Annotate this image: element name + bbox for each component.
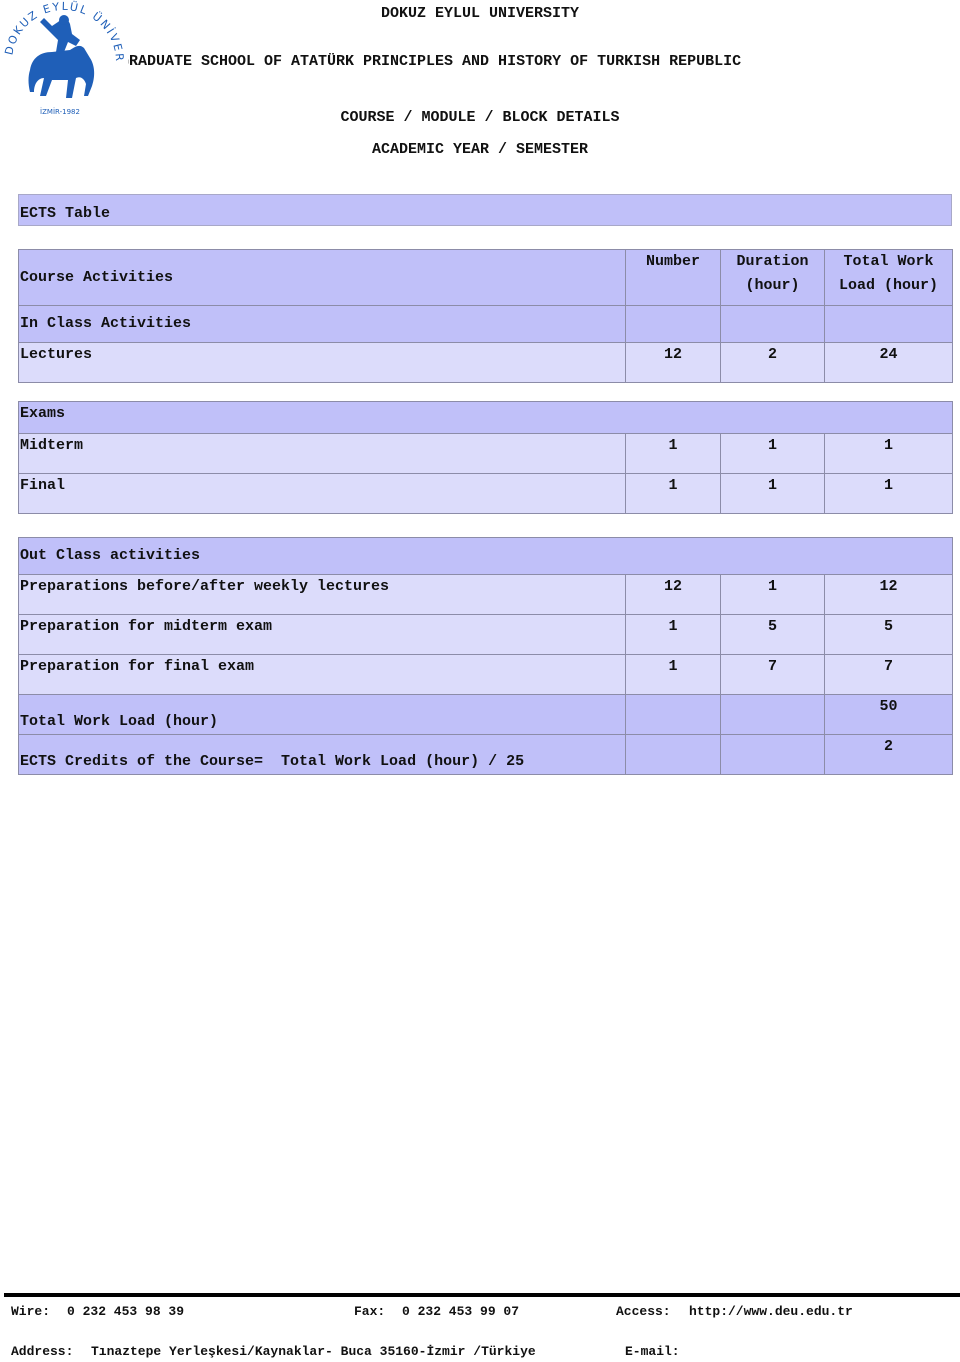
section-label-in-class: In Class Activities — [18, 305, 626, 343]
academic-term: ACADEMIC YEAR / SEMESTER — [371, 141, 589, 158]
total-workload-row: Total Work Load (hour) 50 — [18, 694, 954, 735]
row-number: 12 — [625, 574, 721, 615]
row-name: Preparations before/after weekly lecture… — [18, 574, 626, 615]
ects-table-out-class: Out Class activities Preparations before… — [17, 537, 954, 775]
row-name: Preparation for final exam — [18, 654, 626, 695]
col-header-duration: Duration (hour) — [720, 249, 825, 306]
row-total: 1 — [823, 473, 954, 514]
university-name: DOKUZ EYLUL UNIVERSITY — [380, 5, 580, 22]
row-duration: 5 — [720, 614, 825, 655]
footer-access-label: Access: — [616, 1304, 671, 1319]
section-label-out-class: Out Class activities — [17, 537, 954, 575]
total-workload-label: Total Work Load (hour) — [18, 694, 626, 735]
page-subtitle: COURSE / MODULE / BLOCK DETAILS — [340, 109, 620, 126]
section-label-exams: Exams — [17, 401, 954, 434]
row-total: 1 — [823, 433, 954, 474]
ects-table-title: ECTS Table — [18, 194, 952, 226]
footer-fax-label: Fax: — [354, 1304, 386, 1319]
table-row: Lectures 12 2 24 — [18, 342, 953, 383]
row-total: 5 — [823, 614, 954, 655]
row-number: 12 — [625, 342, 721, 383]
row-name: Preparation for midterm exam — [18, 614, 626, 655]
footer-wire: 0 232 453 98 39 — [67, 1304, 185, 1319]
row-name: Final — [18, 473, 626, 514]
total-workload-value: 50 — [823, 694, 954, 735]
row-duration: 1 — [720, 433, 825, 474]
footer-email-label: E-mail: — [625, 1344, 680, 1359]
footer-address: Tınaztepe Yerleşkesi/Kaynaklar- Buca 351… — [91, 1344, 536, 1359]
ects-credits-row: ECTS Credits of the Course= Total Work L… — [18, 734, 954, 775]
row-duration: 1 — [720, 473, 825, 514]
table-row: Preparations before/after weekly lecture… — [18, 574, 954, 615]
table-row: Midterm 1 1 1 — [18, 433, 954, 474]
col-header-total: Total Work Load (hour) — [824, 249, 953, 306]
footer-divider — [4, 1293, 960, 1297]
ects-credits-value: 2 — [823, 734, 954, 775]
row-name: Midterm — [18, 433, 626, 474]
footer-website-link[interactable]: http://www.deu.edu.tr — [689, 1304, 853, 1319]
row-total: 24 — [824, 342, 953, 383]
ects-table-in-class: Course Activities Number Duration (hour)… — [18, 249, 953, 383]
row-duration: 1 — [720, 574, 825, 615]
ects-credits-label: ECTS Credits of the Course= Total Work L… — [18, 734, 626, 775]
row-total: 12 — [823, 574, 954, 615]
table-row: Final 1 1 1 — [18, 473, 954, 514]
row-number: 1 — [625, 473, 721, 514]
footer-fax: 0 232 453 99 07 — [402, 1304, 520, 1319]
col-header-number: Number — [625, 249, 721, 306]
row-number: 1 — [625, 614, 721, 655]
row-total: 7 — [823, 654, 954, 695]
row-number: 1 — [625, 654, 721, 695]
footer-wire-label: Wire: — [11, 1304, 51, 1319]
row-duration: 2 — [720, 342, 825, 383]
table-row: Preparation for final exam 1 7 7 — [18, 654, 954, 695]
ects-table-exams: Exams Midterm 1 1 1 Final 1 1 1 — [17, 401, 954, 514]
school-name: GRADUATE SCHOOL OF ATATÜRK PRINCIPLES AN… — [128, 53, 742, 70]
row-duration: 7 — [720, 654, 825, 695]
col-header-activities: Course Activities — [18, 249, 626, 306]
row-name: Lectures — [18, 342, 626, 383]
row-number: 1 — [625, 433, 721, 474]
footer-address-label: Address: — [11, 1344, 74, 1359]
table-row: Preparation for midterm exam 1 5 5 — [18, 614, 954, 655]
